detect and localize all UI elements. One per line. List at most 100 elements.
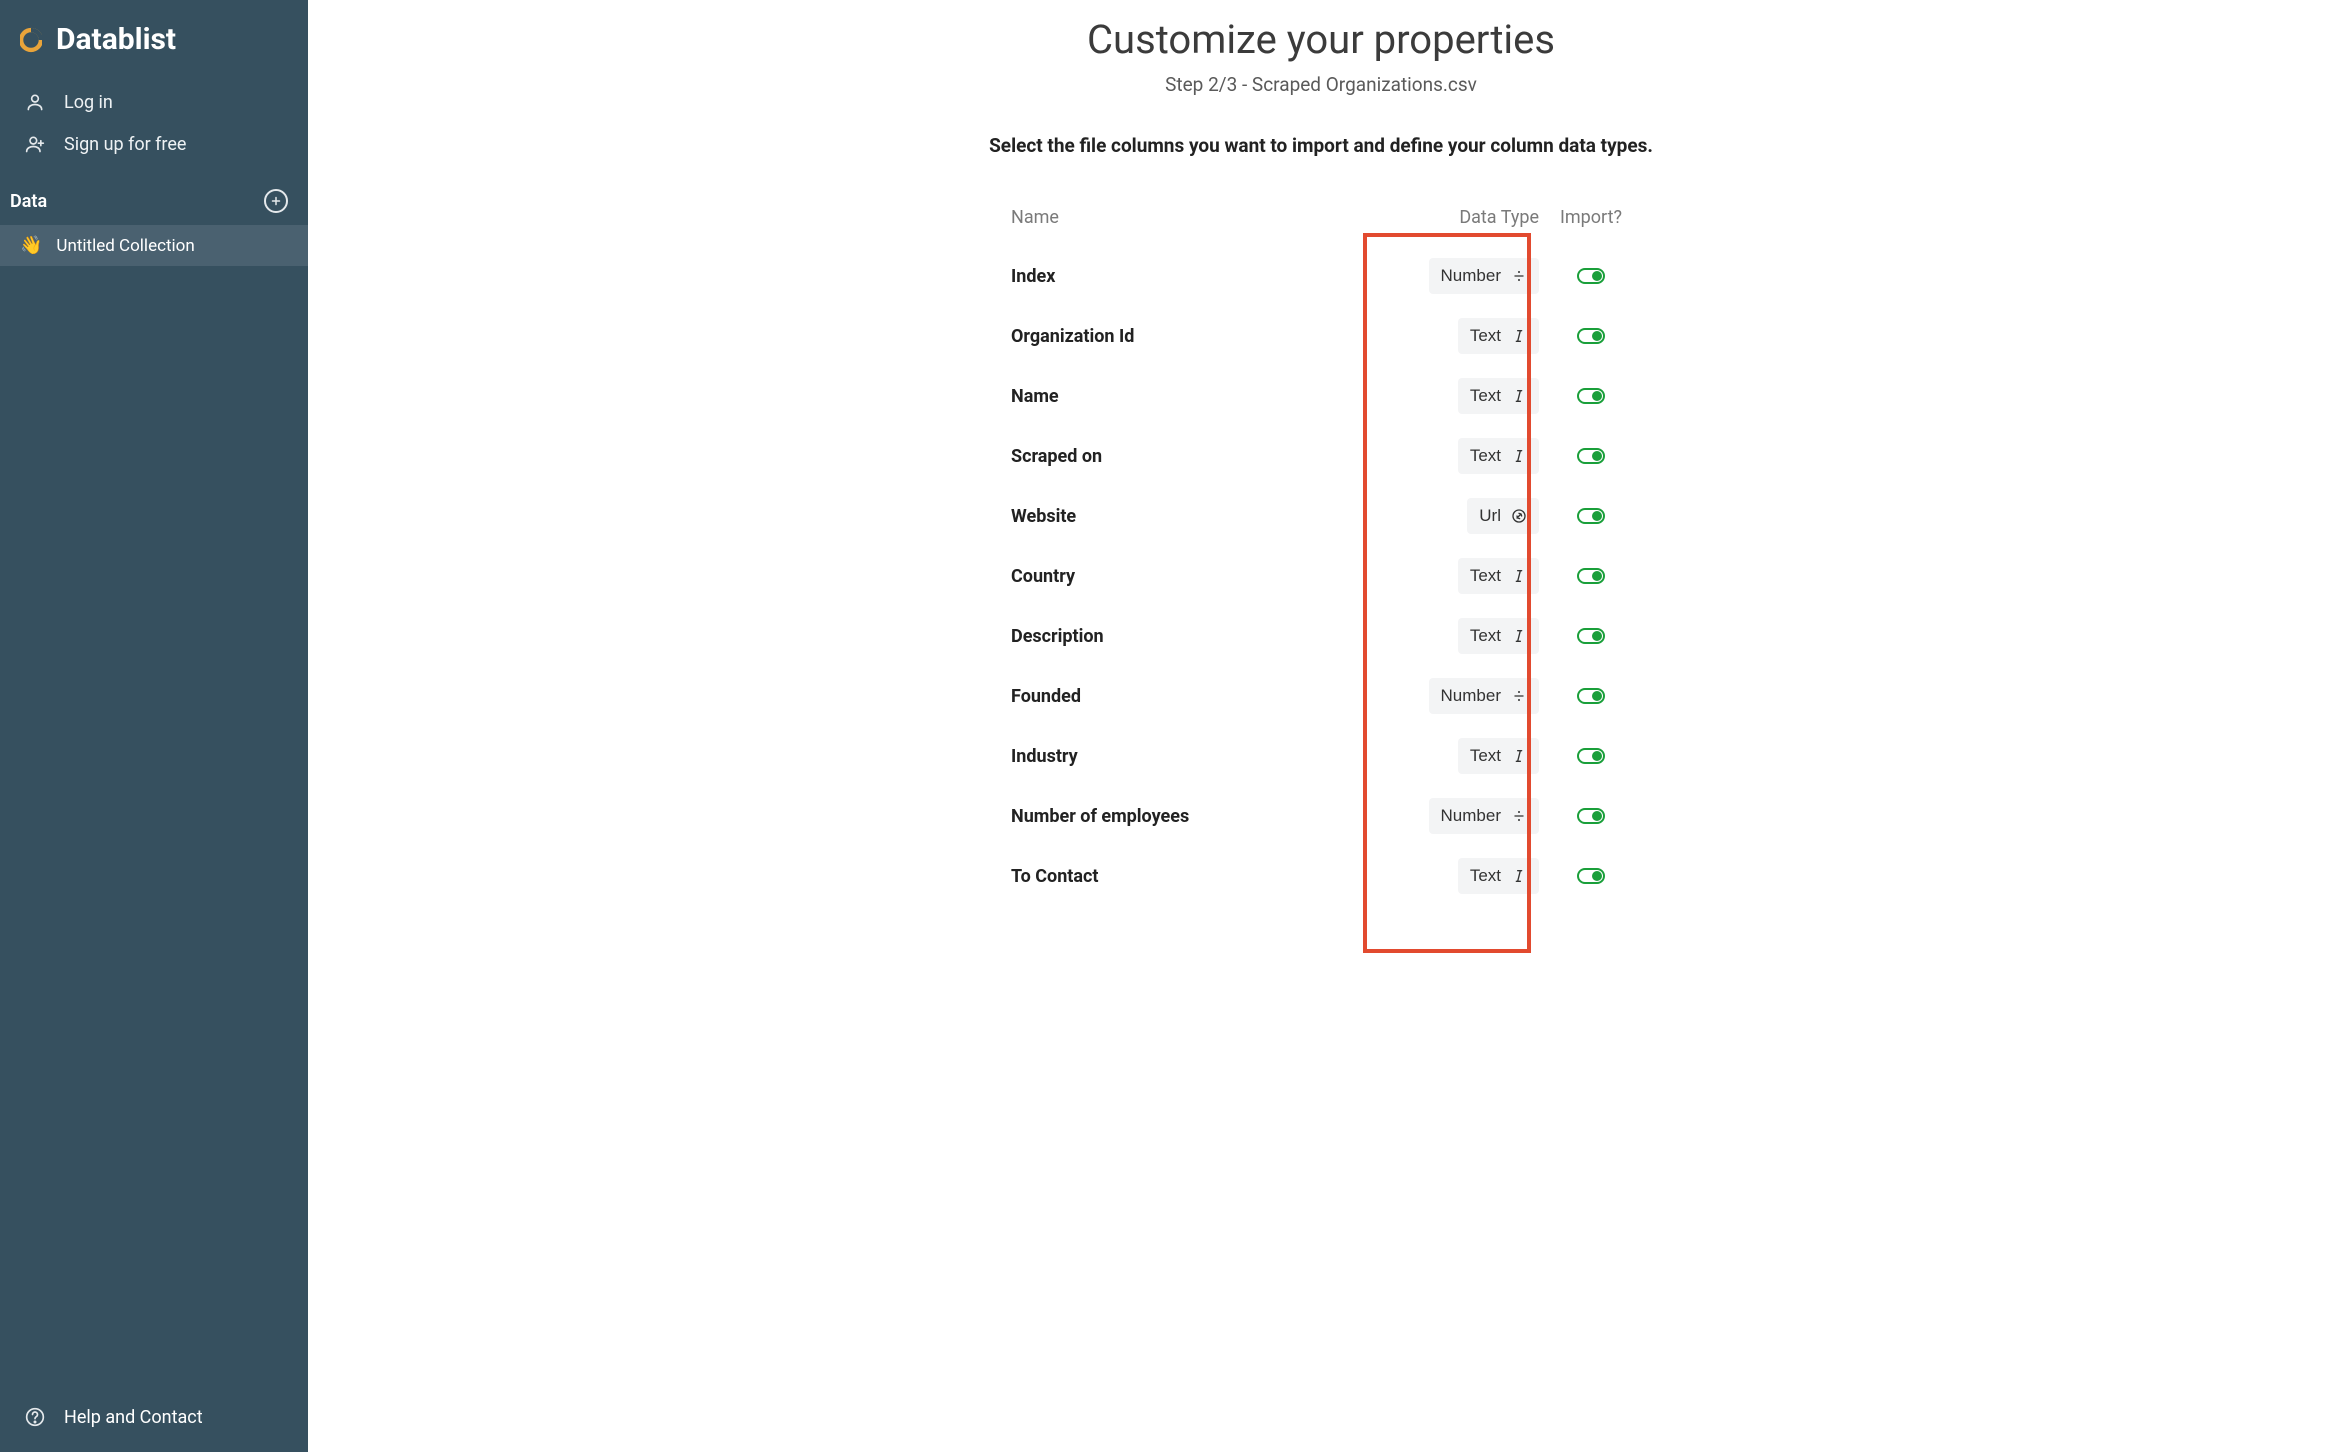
row-name: Name [1011, 386, 1391, 407]
import-cell [1551, 388, 1631, 404]
table-row: IndustryText [1001, 726, 1641, 786]
type-cell: Text [1391, 318, 1551, 354]
type-label: Number [1441, 266, 1501, 286]
help-icon [24, 1406, 46, 1428]
row-name: Country [1011, 566, 1391, 587]
import-toggle[interactable] [1577, 688, 1605, 704]
text-type-icon [1511, 748, 1527, 764]
import-toggle[interactable] [1577, 508, 1605, 524]
type-cell: Number [1391, 798, 1551, 834]
import-toggle[interactable] [1577, 568, 1605, 584]
wave-emoji-icon: 👋 [20, 235, 42, 256]
type-label: Text [1470, 746, 1501, 766]
nav-item-signup[interactable]: Sign up for free [0, 123, 308, 165]
table-row: Name Text [1001, 366, 1641, 426]
data-type-selector[interactable]: Text [1458, 438, 1539, 474]
row-name: Description [1011, 626, 1391, 647]
data-type-selector[interactable]: Number [1429, 258, 1539, 294]
add-collection-button[interactable] [264, 189, 288, 213]
type-label: Text [1470, 326, 1501, 346]
properties-table: Name Data Type Import? Index Number Organi… [1001, 201, 1641, 906]
page-title: Customize your properties [348, 16, 2294, 63]
brand-logo-icon [20, 29, 42, 51]
import-toggle[interactable] [1577, 268, 1605, 284]
row-name: Number of employees [1011, 806, 1391, 827]
import-toggle[interactable] [1577, 808, 1605, 824]
type-label: Text [1470, 866, 1501, 886]
type-label: Text [1470, 386, 1501, 406]
main-content: Customize your properties Step 2/3 - Scr… [308, 0, 2334, 1452]
brand[interactable]: Datablist [0, 0, 308, 67]
page-subtitle: Step 2/3 - Scraped Organizations.csv [348, 73, 2294, 96]
import-toggle[interactable] [1577, 328, 1605, 344]
toggle-knob [1592, 811, 1602, 821]
data-type-selector[interactable]: Text [1458, 318, 1539, 354]
row-name: Founded [1011, 686, 1391, 707]
type-label: Number [1441, 686, 1501, 706]
sidebar-item-untitled-collection[interactable]: 👋 Untitled Collection [0, 225, 308, 266]
table-header: Name Data Type Import? [1001, 201, 1641, 246]
brand-name: Datablist [56, 22, 176, 57]
type-label: Text [1470, 566, 1501, 586]
sidebar-footer: Help and Contact [0, 1386, 308, 1452]
data-type-selector[interactable]: Text [1458, 738, 1539, 774]
table-row: Organization IdText [1001, 306, 1641, 366]
nav-item-login[interactable]: Log in [0, 81, 308, 123]
type-label: Url [1479, 506, 1501, 526]
import-toggle[interactable] [1577, 448, 1605, 464]
table-row: Description Text [1001, 606, 1641, 666]
help-label: Help and Contact [64, 1407, 203, 1428]
data-type-selector[interactable]: Text [1458, 618, 1539, 654]
data-type-selector[interactable]: Number [1429, 798, 1539, 834]
import-cell [1551, 628, 1631, 644]
import-cell [1551, 808, 1631, 824]
data-type-selector[interactable]: Text [1458, 558, 1539, 594]
table-row: Index Number [1001, 246, 1641, 306]
table-row: Number of employees Number [1001, 786, 1641, 846]
type-cell: Number [1391, 678, 1551, 714]
toggle-knob [1592, 571, 1602, 581]
toggle-knob [1592, 751, 1602, 761]
number-type-icon [1511, 808, 1527, 824]
data-type-selector[interactable]: Url [1467, 498, 1539, 534]
column-header-data-type: Data Type [1391, 207, 1551, 228]
user-icon [24, 91, 46, 113]
import-toggle[interactable] [1577, 868, 1605, 884]
toggle-knob [1592, 331, 1602, 341]
number-type-icon [1511, 268, 1527, 284]
type-cell: Url [1391, 498, 1551, 534]
import-cell [1551, 568, 1631, 584]
column-header-name: Name [1011, 207, 1391, 228]
import-cell [1551, 868, 1631, 884]
text-type-icon [1511, 628, 1527, 644]
import-toggle[interactable] [1577, 628, 1605, 644]
row-name: Index [1011, 266, 1391, 287]
import-toggle[interactable] [1577, 748, 1605, 764]
column-header-import: Import? [1551, 207, 1631, 228]
type-cell: Text [1391, 378, 1551, 414]
table-row: To ContactText [1001, 846, 1641, 906]
data-type-selector[interactable]: Number [1429, 678, 1539, 714]
help-and-contact[interactable]: Help and Contact [24, 1406, 284, 1428]
import-cell [1551, 268, 1631, 284]
type-label: Text [1470, 626, 1501, 646]
section-label: Data [10, 191, 47, 212]
row-name: Website [1011, 506, 1391, 527]
text-type-icon [1511, 568, 1527, 584]
url-type-icon [1511, 508, 1527, 524]
import-toggle[interactable] [1577, 388, 1605, 404]
toggle-knob [1592, 271, 1602, 281]
toggle-knob [1592, 631, 1602, 641]
table-row: Country Text [1001, 546, 1641, 606]
type-cell: Text [1391, 858, 1551, 894]
sidebar-section-data: Data [0, 173, 308, 225]
import-cell [1551, 508, 1631, 524]
type-cell: Number [1391, 258, 1551, 294]
data-type-selector[interactable]: Text [1458, 378, 1539, 414]
import-cell [1551, 748, 1631, 764]
toggle-knob [1592, 691, 1602, 701]
type-cell: Text [1391, 738, 1551, 774]
table-row: Website Url [1001, 486, 1641, 546]
data-type-selector[interactable]: Text [1458, 858, 1539, 894]
text-type-icon [1511, 328, 1527, 344]
